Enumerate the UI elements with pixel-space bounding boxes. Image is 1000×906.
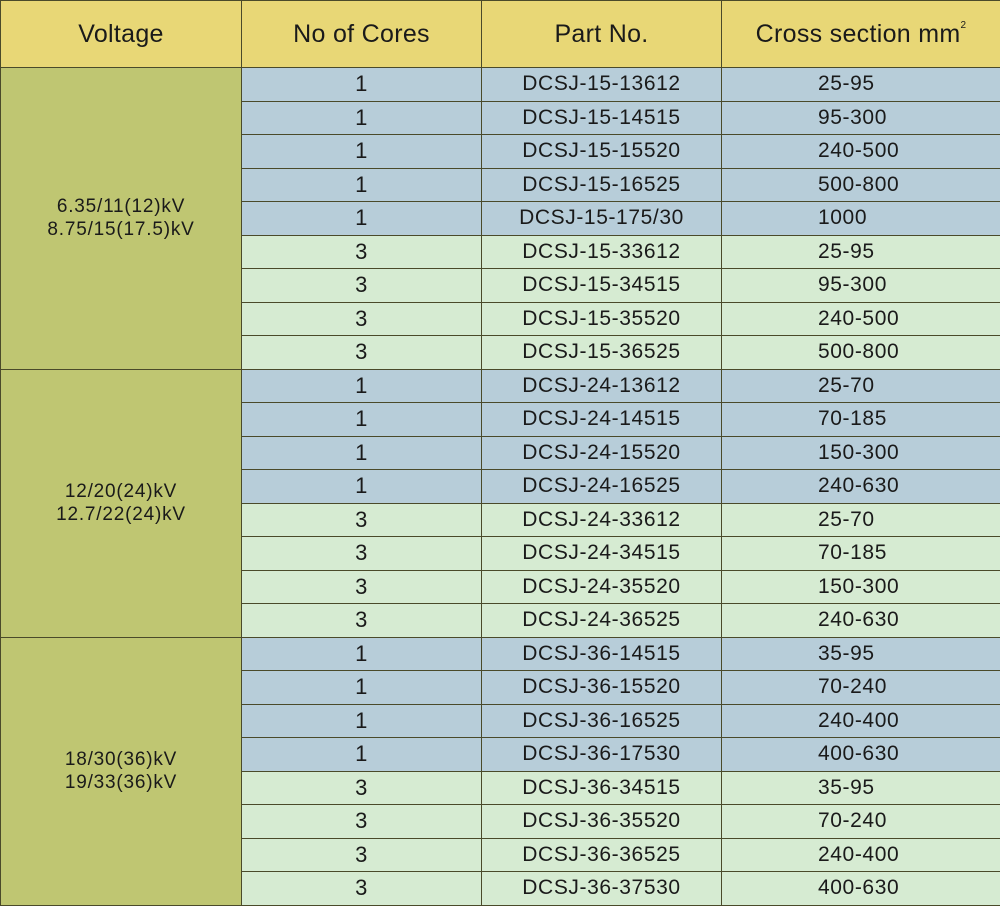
cross-section-cell: 240-500 xyxy=(721,301,1000,336)
cores-cell: 3 xyxy=(241,871,482,906)
part-no-cell: DCSJ-36-17530 xyxy=(481,737,722,772)
cores-cell: 3 xyxy=(241,804,482,839)
part-no-cell: DCSJ-15-35520 xyxy=(481,301,722,336)
cross-section-cell: 400-630 xyxy=(721,737,1000,772)
cores-cell: 1 xyxy=(241,670,482,705)
cross-section-cell: 25-95 xyxy=(721,234,1000,269)
part-no-cell: DCSJ-36-15520 xyxy=(481,670,722,705)
part-no-cell: DCSJ-15-13612 xyxy=(481,67,722,102)
part-no-cell: DCSJ-36-37530 xyxy=(481,871,722,906)
cores-cell: 1 xyxy=(241,368,482,403)
cross-section-cell: 150-300 xyxy=(721,569,1000,604)
voltage-cell: 12/20(24)kV 12.7/22(24)kV xyxy=(0,368,242,638)
cross-section-cell: 95-300 xyxy=(721,268,1000,303)
cores-cell: 1 xyxy=(241,100,482,135)
cross-section-cell: 70-185 xyxy=(721,536,1000,571)
voltage-rating: 12.7/22(24)kV xyxy=(56,504,186,525)
voltage-cell: 18/30(36)kV 19/33(36)kV xyxy=(0,636,242,906)
cores-cell: 1 xyxy=(241,67,482,102)
cores-cell: 1 xyxy=(241,402,482,437)
cores-cell: 3 xyxy=(241,234,482,269)
cores-cell: 1 xyxy=(241,737,482,772)
voltage-rating: 19/33(36)kV xyxy=(64,772,178,793)
cross-section-cell: 35-95 xyxy=(721,636,1000,671)
voltage-cell: 6.35/11(12)kV 8.75/15(17.5)kV xyxy=(0,67,242,370)
part-no-cell: DCSJ-15-36525 xyxy=(481,335,722,370)
part-no-cell: DCSJ-36-16525 xyxy=(481,703,722,738)
cross-section-cell: 500-800 xyxy=(721,167,1000,202)
part-no-cell: DCSJ-24-16525 xyxy=(481,469,722,504)
table-row: 12/20(24)kV 12.7/22(24)kV 1 DCSJ-24-13612 25… xyxy=(0,368,1000,638)
header-voltage: Voltage xyxy=(0,0,242,68)
cores-cell: 3 xyxy=(241,335,482,370)
cores-cell: 1 xyxy=(241,134,482,169)
part-no-cell: DCSJ-24-14515 xyxy=(481,402,722,437)
cores-cell: 3 xyxy=(241,603,482,638)
part-no-cell: DCSJ-15-33612 xyxy=(481,234,722,269)
cross-section-cell: 240-400 xyxy=(721,837,1000,872)
cross-section-cell: 240-500 xyxy=(721,134,1000,169)
part-no-cell: DCSJ-24-35520 xyxy=(481,569,722,604)
part-no-cell: DCSJ-36-34515 xyxy=(481,770,722,805)
part-no-cell: DCSJ-15-175/30 xyxy=(481,201,722,236)
cross-section-cell: 70-240 xyxy=(721,804,1000,839)
cores-cell: 3 xyxy=(241,536,482,571)
part-no-cell: DCSJ-36-35520 xyxy=(481,804,722,839)
voltage-rating: 6.35/11(12)kV xyxy=(56,196,186,218)
cross-section-cell: 70-240 xyxy=(721,670,1000,705)
part-no-cell: DCSJ-24-36525 xyxy=(481,603,722,638)
header-part-no: Part No. xyxy=(481,0,722,68)
cores-cell: 3 xyxy=(241,502,482,537)
cores-cell: 1 xyxy=(241,201,482,236)
cross-section-cell: 35-95 xyxy=(721,770,1000,805)
cross-section-cell: 150-300 xyxy=(721,435,1000,470)
part-no-cell: DCSJ-36-36525 xyxy=(481,837,722,872)
part-no-cell: DCSJ-24-33612 xyxy=(481,502,722,537)
cable-joint-spec-table: Voltage No of Cores Part No. Cross secti… xyxy=(0,0,1000,906)
cores-cell: 1 xyxy=(241,167,482,202)
header-cross-section: Cross section mm2 xyxy=(721,0,1000,68)
cross-section-cell: 25-95 xyxy=(721,67,1000,102)
cores-cell: 1 xyxy=(241,636,482,671)
part-no-cell: DCSJ-15-34515 xyxy=(481,268,722,303)
cores-cell: 3 xyxy=(241,770,482,805)
cross-section-cell: 240-630 xyxy=(721,603,1000,638)
header-row: Voltage No of Cores Part No. Cross secti… xyxy=(0,0,1000,68)
cores-cell: 3 xyxy=(241,268,482,303)
header-no-of-cores: No of Cores xyxy=(241,0,482,68)
voltage-rating: 12/20(24)kV xyxy=(64,481,178,502)
voltage-rating: 8.75/15(17.5)kV xyxy=(47,219,195,241)
cross-section-cell: 240-630 xyxy=(721,469,1000,504)
voltage-rating: 18/30(36)kV xyxy=(64,749,178,770)
cross-section-cell: 400-630 xyxy=(721,871,1000,906)
table-row: 18/30(36)kV 19/33(36)kV 1 DCSJ-36-14515 35-9… xyxy=(0,636,1000,906)
table-body: 6.35/11(12)kV 8.75/15(17.5)kV 1 DCSJ-15-136… xyxy=(0,67,1000,906)
part-no-cell: DCSJ-24-15520 xyxy=(481,435,722,470)
table-row: 6.35/11(12)kV 8.75/15(17.5)kV 1 DCSJ-15-136… xyxy=(0,67,1000,370)
cores-cell: 3 xyxy=(241,569,482,604)
cross-section-cell: 240-400 xyxy=(721,703,1000,738)
cross-section-cell: 70-185 xyxy=(721,402,1000,437)
part-no-cell: DCSJ-15-16525 xyxy=(481,167,722,202)
part-no-cell: DCSJ-15-15520 xyxy=(481,134,722,169)
cores-cell: 1 xyxy=(241,469,482,504)
part-no-cell: DCSJ-24-13612 xyxy=(481,368,722,403)
part-no-cell: DCSJ-36-14515 xyxy=(481,636,722,671)
part-no-cell: DCSJ-15-14515 xyxy=(481,100,722,135)
cores-cell: 1 xyxy=(241,703,482,738)
cross-section-cell: 25-70 xyxy=(721,368,1000,403)
cross-section-cell: 95-300 xyxy=(721,100,1000,135)
part-no-cell: DCSJ-24-34515 xyxy=(481,536,722,571)
cores-cell: 3 xyxy=(241,837,482,872)
header-cross-section-superscript: 2 xyxy=(960,19,967,31)
cross-section-cell: 25-70 xyxy=(721,502,1000,537)
cores-cell: 3 xyxy=(241,301,482,336)
cross-section-cell: 500-800 xyxy=(721,335,1000,370)
header-cross-section-label: Cross section mm xyxy=(755,19,961,48)
cores-cell: 1 xyxy=(241,435,482,470)
cross-section-cell: 1000 xyxy=(721,201,1000,236)
